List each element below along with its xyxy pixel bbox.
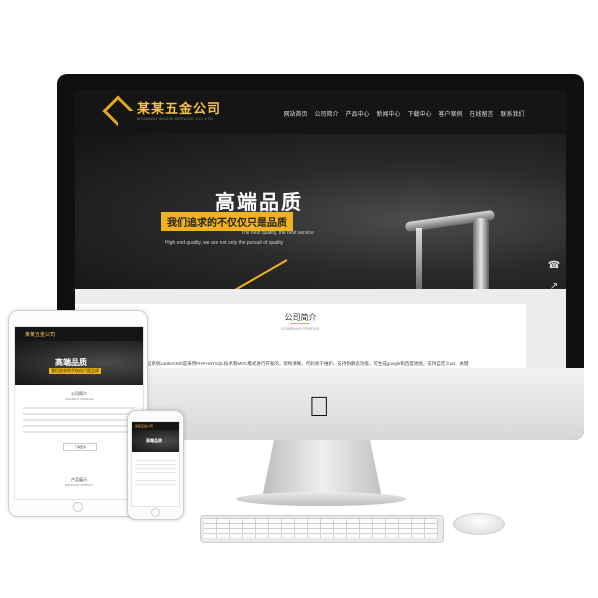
text-line — [23, 413, 135, 415]
logo-icon — [102, 95, 134, 127]
ipad-banner-title: 高端品质 — [55, 358, 87, 367]
text-line — [23, 419, 135, 421]
text-line — [23, 407, 135, 409]
imac-screen: 某某五金公司 MOUMOU WUJIN SERVICE CO.,LTD. 网站首… — [75, 90, 566, 368]
ipad-home-button — [73, 502, 83, 512]
nav-item-home[interactable]: 网站首页 — [280, 109, 311, 118]
nav-item-about[interactable]: 公司简介 — [311, 109, 342, 118]
ipad-products-subtitle: PRODUCT DISPLAY — [64, 483, 94, 487]
iphone-screen: 某某五金公司 高端品质 — [131, 421, 180, 507]
ipad-about-subtitle: COMPANY PROFILE — [64, 397, 94, 401]
iphone-logo-text[interactable]: 某某五金公司 — [135, 424, 153, 428]
keyboard-rows — [204, 518, 438, 538]
ipad-banner-tag: 我们追求的不仅仅只是品质 — [49, 368, 101, 374]
ipad-screen: 某某五金公司 高端品质 我们追求的不仅仅只是品质 公司简介 COMPANY PR… — [14, 326, 144, 500]
text-line — [23, 431, 135, 433]
nav-item-news[interactable]: 新闻中心 — [373, 109, 404, 118]
about-divider — [291, 323, 309, 324]
mouse — [453, 513, 505, 535]
hero-banner — [75, 134, 566, 289]
banner-en-line2: High end quality, we are not only the pu… — [165, 240, 284, 246]
banner-en-line1: The best quality, the best service — [241, 230, 314, 236]
headset-icon[interactable]: ☎ — [546, 260, 562, 271]
faucet-water — [416, 228, 422, 289]
faucet-body — [473, 218, 489, 289]
iphone-header: 某某五金公司 — [132, 422, 179, 430]
text-line — [135, 464, 176, 465]
text-line — [135, 460, 176, 461]
text-line — [135, 484, 176, 485]
site-header: 某某五金公司 MOUMOU WUJIN SERVICE CO.,LTD. 网站首… — [75, 90, 566, 134]
banner-tagline: 我们追求的不仅仅只是品质 — [161, 212, 293, 231]
about-text: 这系统LankeCMS是采用PHP+MYSQL技术和MVC模式进行开发的，架构清… — [147, 361, 469, 366]
accent-line — [182, 259, 288, 289]
ipad-logo-text[interactable]: 某某五金公司 — [25, 331, 55, 338]
nav-item-products[interactable]: 产品中心 — [342, 109, 373, 118]
logo-text[interactable]: 某某五金公司 — [137, 98, 221, 117]
nav-item-contact[interactable]: 联系我们 — [497, 109, 528, 118]
apple-logo-icon:  — [306, 392, 332, 422]
iphone-home-button — [151, 508, 160, 517]
imac-stand-base — [236, 492, 406, 506]
logo-subtitle: MOUMOU WUJIN SERVICE CO.,LTD. — [137, 116, 215, 121]
nav-item-message[interactable]: 在线留言 — [466, 109, 497, 118]
text-line — [135, 468, 176, 469]
ipad-more-button[interactable]: 了解更多 — [63, 443, 97, 451]
text-line — [135, 472, 176, 473]
text-line — [135, 480, 176, 481]
main-nav: 网站首页 公司简介 产品中心 新闻中心 下载中心 客户案例 在线留言 联系我们 — [280, 109, 528, 118]
banner-title: 高端品质 — [215, 192, 303, 214]
ipad-header: 某某五金公司 — [15, 327, 143, 341]
nav-item-cases[interactable]: 客户案例 — [435, 109, 466, 118]
text-line — [23, 425, 135, 427]
imac-stand — [262, 440, 382, 498]
nav-item-download[interactable]: 下载中心 — [404, 109, 435, 118]
iphone-banner-title: 高端品质 — [146, 438, 162, 443]
